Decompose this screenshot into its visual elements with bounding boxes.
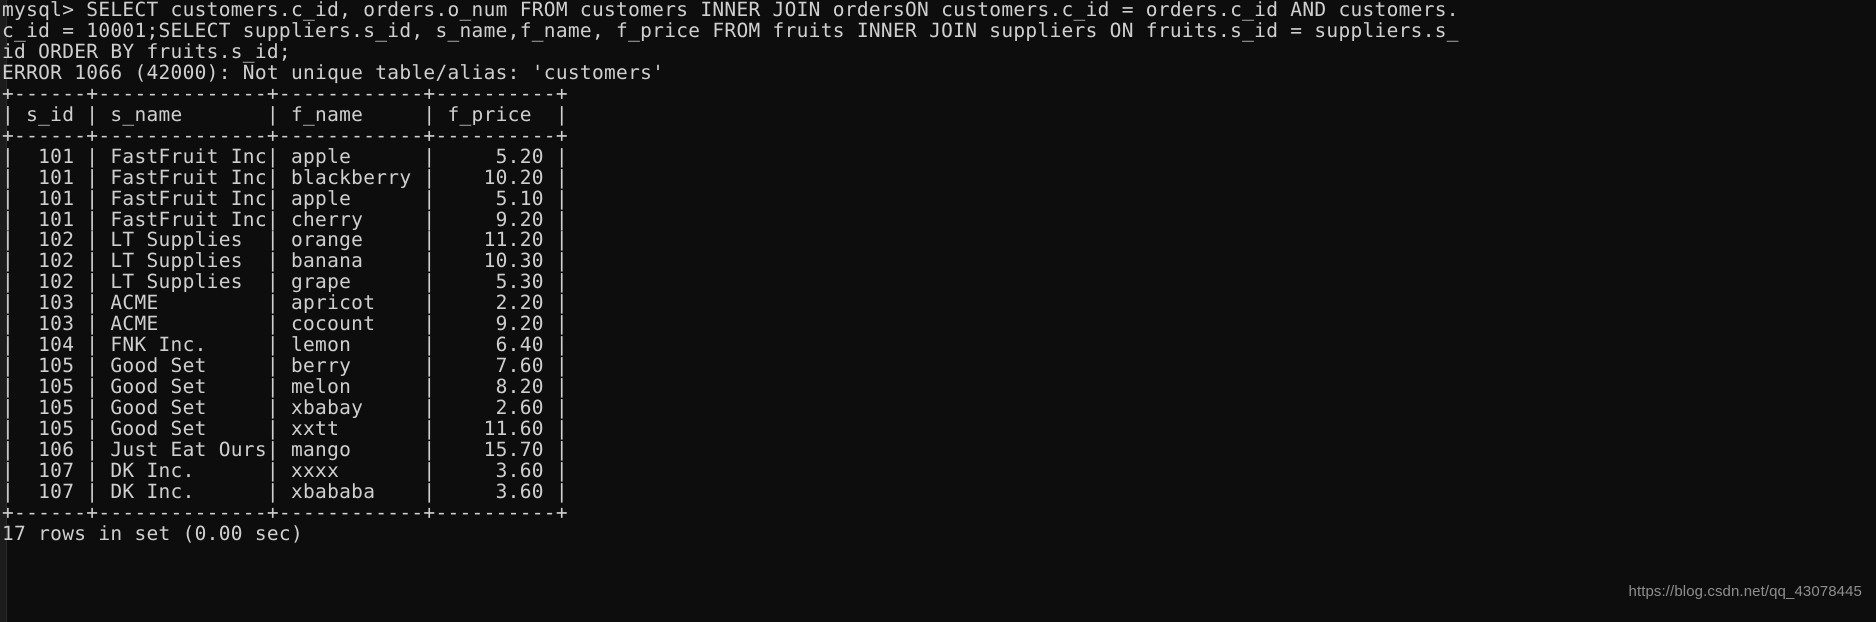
terminal-window[interactable]: mysql> SELECT customers.c_id, orders.o_n… (0, 0, 1876, 622)
watermark-url: https://blog.csdn.net/qq_43078445 (1628, 583, 1862, 600)
terminal-output: mysql> SELECT customers.c_id, orders.o_n… (2, 0, 1459, 545)
